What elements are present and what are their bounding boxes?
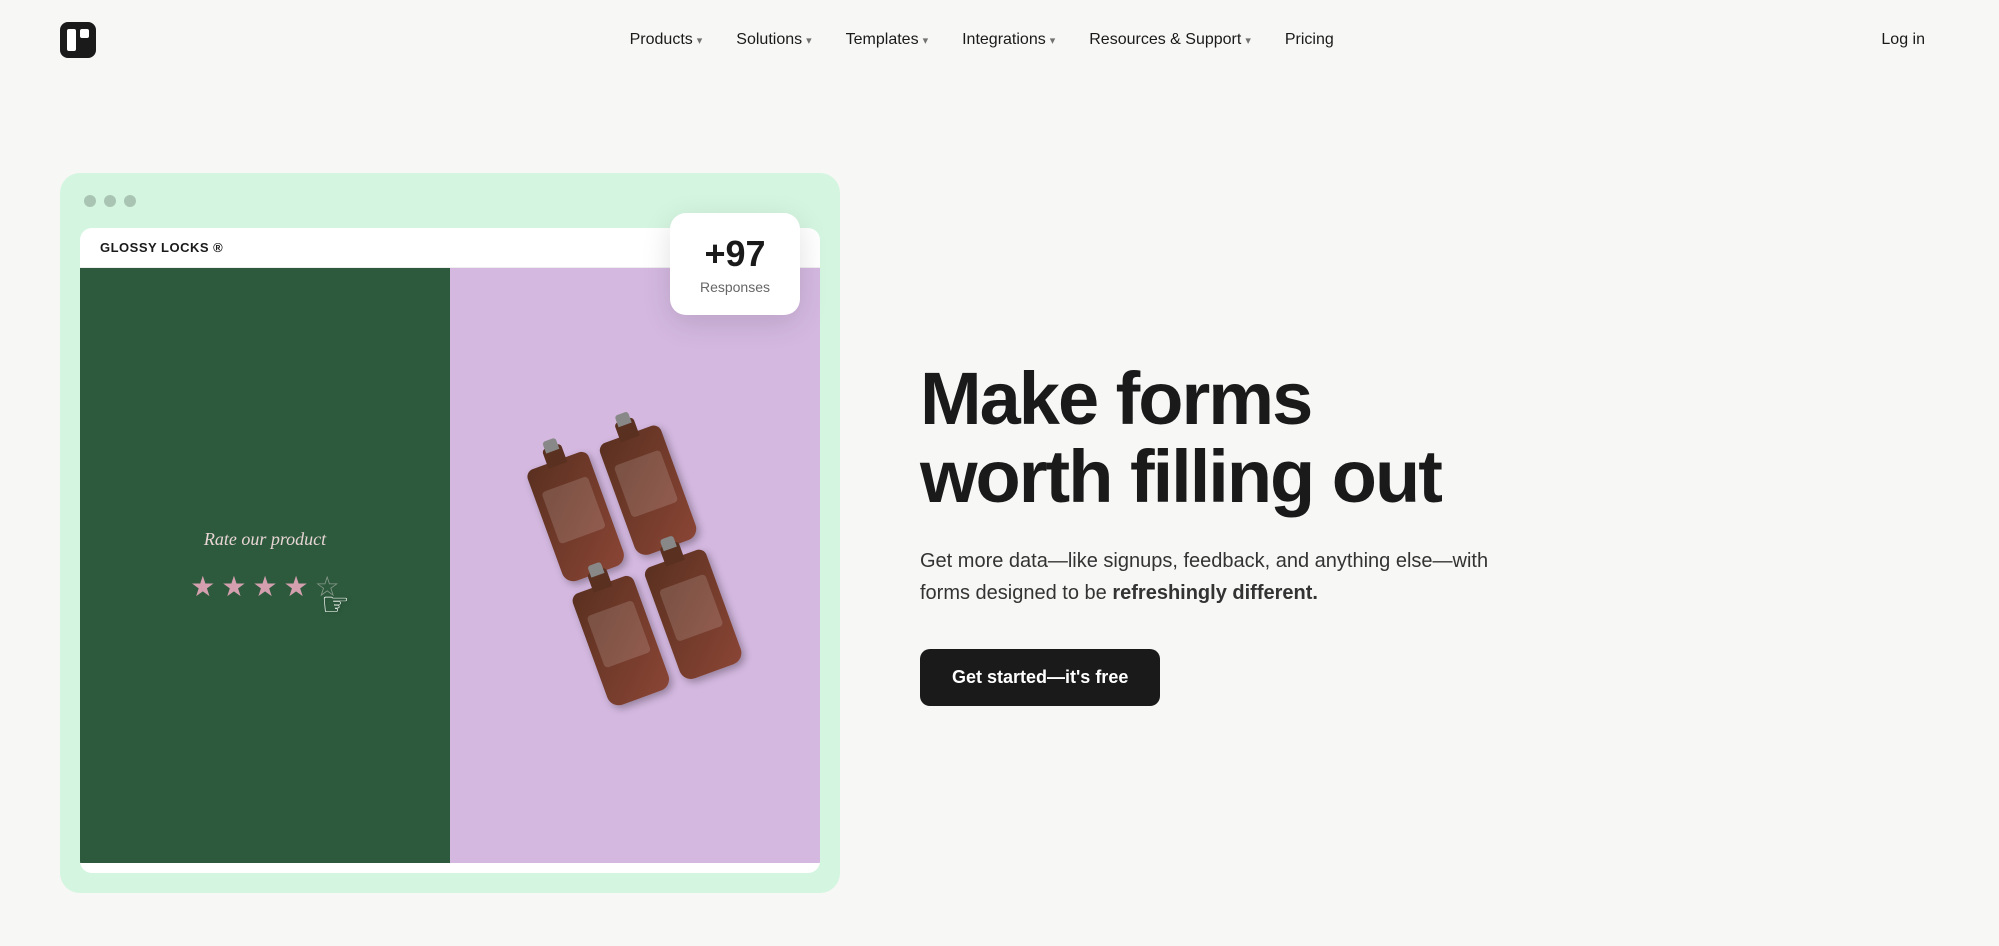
form-illustration: +97 Responses GLOSSY LOCKS ® Rate our pr… <box>60 173 840 893</box>
navbar: Products ▾ Solutions ▾ Templates ▾ Integ… <box>0 0 1999 80</box>
star-2: ★ <box>221 570 246 603</box>
nav-right: Log in <box>1867 23 1939 57</box>
star-4: ★ <box>284 570 309 603</box>
cursor-hand-icon: ☞ <box>321 585 350 623</box>
nav-label-products: Products <box>630 31 693 49</box>
hero-title-line1: Make forms <box>920 357 1311 440</box>
stars-container: ★ ★ ★ ★ ☆ ☞ <box>190 570 340 603</box>
nav-item-templates[interactable]: Templates ▾ <box>832 23 942 57</box>
chevron-down-icon: ▾ <box>697 34 703 47</box>
nav-label-templates: Templates <box>846 31 919 49</box>
responses-label: Responses <box>700 279 770 295</box>
bottle-label-4 <box>659 573 724 641</box>
star-1: ★ <box>190 570 215 603</box>
nav-links: Products ▾ Solutions ▾ Templates ▾ Integ… <box>616 23 1348 57</box>
hero-subtitle: Get more data—like signups, feedback, an… <box>920 545 1520 609</box>
nav-link-products[interactable]: Products ▾ <box>616 23 717 57</box>
responses-card: +97 Responses <box>670 213 800 315</box>
bottle-label-3 <box>586 599 651 667</box>
hero-section: Make forms worth filling out Get more da… <box>920 360 1939 706</box>
bottles-grid <box>500 397 771 734</box>
dot-yellow <box>104 195 116 207</box>
dot-red <box>84 195 96 207</box>
nav-link-templates[interactable]: Templates ▾ <box>832 23 942 57</box>
product-panel <box>450 268 820 863</box>
logo[interactable] <box>60 22 96 58</box>
window-body: Rate our product ★ ★ ★ ★ ☆ ☞ <box>80 268 820 863</box>
nav-label-integrations: Integrations <box>962 31 1046 49</box>
nav-item-resources[interactable]: Resources & Support ▾ <box>1075 23 1265 57</box>
chevron-down-icon: ▾ <box>1245 34 1251 47</box>
nav-label-pricing: Pricing <box>1285 31 1334 49</box>
hero-subtitle-bold: refreshingly different. <box>1112 582 1318 604</box>
nav-item-products[interactable]: Products ▾ <box>616 23 717 57</box>
hero-title-line2: worth filling out <box>920 435 1441 518</box>
chevron-down-icon: ▾ <box>806 34 812 47</box>
nav-link-solutions[interactable]: Solutions ▾ <box>722 23 825 57</box>
star-3: ★ <box>252 570 277 603</box>
logo-icon <box>60 22 96 58</box>
main-content: +97 Responses GLOSSY LOCKS ® Rate our pr… <box>0 80 1999 946</box>
chevron-down-icon: ▾ <box>1050 34 1056 47</box>
nav-label-resources: Resources & Support <box>1089 31 1241 49</box>
window-dots <box>84 195 136 207</box>
nav-link-integrations[interactable]: Integrations ▾ <box>948 23 1069 57</box>
responses-count: +97 <box>700 233 770 275</box>
nav-item-pricing[interactable]: Pricing <box>1271 23 1348 57</box>
bottle-label-1 <box>541 475 606 543</box>
rate-product-text: Rate our product <box>204 529 326 550</box>
login-button[interactable]: Log in <box>1867 23 1939 57</box>
brand-name: GLOSSY LOCKS ® <box>100 240 223 255</box>
nav-link-resources[interactable]: Resources & Support ▾ <box>1075 23 1265 57</box>
hero-title: Make forms worth filling out <box>920 360 1939 515</box>
rating-panel: Rate our product ★ ★ ★ ★ ☆ ☞ <box>80 268 450 863</box>
nav-label-solutions: Solutions <box>736 31 802 49</box>
form-window: GLOSSY LOCKS ® Rate our product ★ ★ ★ ★ <box>80 228 820 873</box>
bottle-label-2 <box>614 449 679 517</box>
chevron-down-icon: ▾ <box>923 34 929 47</box>
nav-item-solutions[interactable]: Solutions ▾ <box>722 23 825 57</box>
nav-link-pricing[interactable]: Pricing <box>1271 23 1348 57</box>
cta-button[interactable]: Get started—it's free <box>920 649 1160 706</box>
nav-item-integrations[interactable]: Integrations ▾ <box>948 23 1069 57</box>
dot-green <box>124 195 136 207</box>
